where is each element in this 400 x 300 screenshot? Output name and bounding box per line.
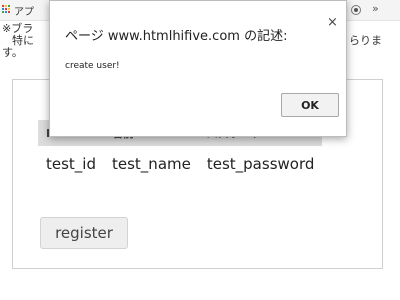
bookmark-apps-label[interactable]: アプ bbox=[14, 3, 34, 18]
notice-line-3: す。 bbox=[2, 46, 23, 59]
notice-line-2-end: らりま bbox=[349, 34, 382, 47]
ok-button[interactable]: OK bbox=[281, 93, 339, 117]
apps-grid-icon[interactable] bbox=[2, 5, 11, 14]
cell-password: test_password bbox=[206, 155, 315, 173]
more-bookmarks-icon[interactable]: » bbox=[372, 2, 379, 15]
alert-dialog: ページ www.htmlhifive.com の記述: × create use… bbox=[49, 0, 347, 137]
record-extension-icon[interactable] bbox=[351, 5, 361, 15]
dialog-title: ページ www.htmlhifive.com の記述: bbox=[65, 29, 288, 44]
dialog-message: create user! bbox=[65, 61, 120, 71]
register-button[interactable]: register bbox=[40, 217, 128, 249]
close-icon[interactable]: × bbox=[327, 15, 338, 30]
table-row: test_id test_name test_password bbox=[38, 146, 322, 173]
cell-name: test_name bbox=[112, 155, 191, 173]
cell-id: test_id bbox=[46, 155, 96, 173]
